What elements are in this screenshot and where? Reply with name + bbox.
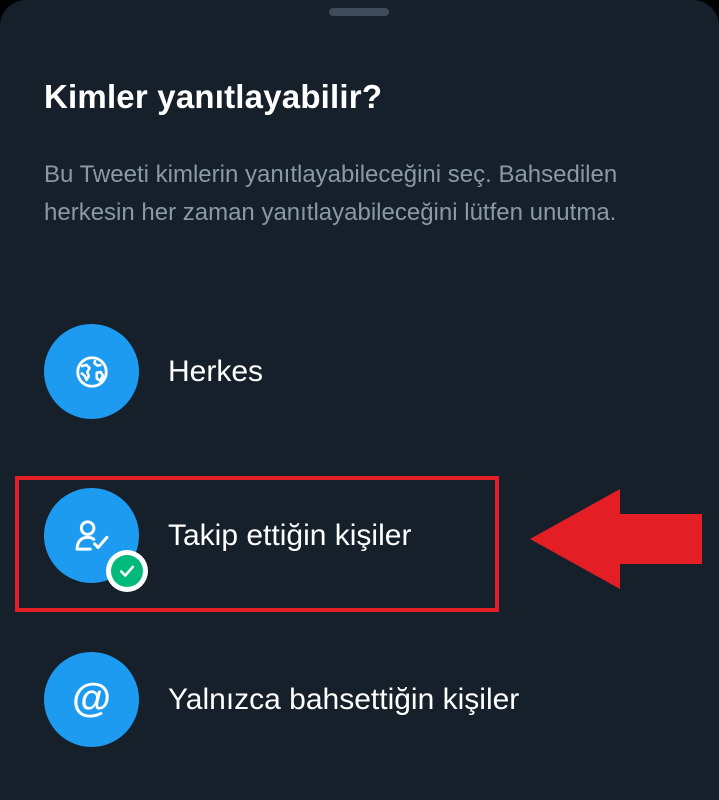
option-everyone-label: Herkes	[168, 354, 264, 388]
sheet-grabber-handle[interactable]	[329, 8, 389, 16]
option-mentioned-only-label: Yalnızca bahsettiğin kişiler	[168, 682, 520, 716]
at-sign-icon: @	[71, 675, 111, 720]
option-people-you-follow-icon-circle	[44, 488, 148, 592]
sheet-description: Bu Tweeti kimlerin yanıtlayabileceğini s…	[44, 161, 618, 226]
option-mentioned-only-icon-circle: @	[44, 652, 139, 747]
option-mentioned-only[interactable]: @ Yalnızca bahsettiğin kişiler	[44, 652, 684, 747]
globe-icon	[75, 355, 108, 388]
person-check-icon	[75, 519, 108, 551]
sheet-title: Kimler yanıtlayabilir?	[44, 78, 383, 115]
checkmark-icon	[111, 555, 143, 587]
reply-settings-sheet: Kimler yanıtlayabilir? Bu Tweeti kimleri…	[0, 0, 719, 800]
option-everyone[interactable]: Herkes	[44, 324, 684, 419]
option-everyone-icon-circle	[44, 324, 139, 419]
option-people-you-follow-label: Takip ettiğin kişiler	[168, 518, 412, 552]
pointer-arrow-icon	[530, 489, 702, 589]
selected-check-badge	[106, 550, 148, 592]
